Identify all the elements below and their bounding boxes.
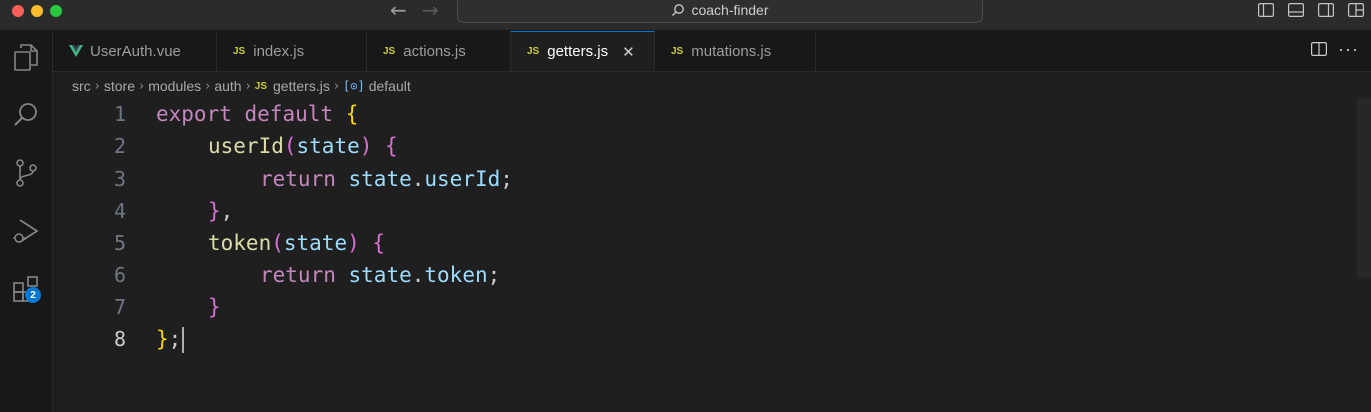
code-editor[interactable]: 1 export default { 2 userId(state) { 3 r… [53,98,1371,412]
breadcrumb-symbol[interactable]: default [369,78,411,94]
code-text: }; [156,323,185,355]
customize-layout-icon[interactable] [1341,0,1371,20]
symbol-variable-icon: [⊙] [343,79,365,93]
back-arrow-icon[interactable]: ← [390,0,407,22]
line-number: 4 [113,199,126,223]
line-number: 2 [113,134,126,158]
code-text: } [208,295,221,319]
tab-mutations-js[interactable]: JS mutations.js [655,31,816,71]
search-button[interactable] [0,93,52,137]
code-text: return state.token; [260,263,501,287]
code-line: 2 userId(state) { [53,130,1353,162]
tab-label: UserAuth.vue [90,42,181,60]
js-file-icon: JS [671,45,684,57]
line-number: 3 [113,167,126,191]
code-line: 6 return state.token; [53,259,1353,291]
title-bar: ← → coach-finder [0,0,1371,31]
breadcrumb: src › store › modules › auth › JS getter… [72,75,411,97]
code-text: token(state) { [208,231,386,255]
code-line: 1 export default { [53,98,1353,130]
code-line: 5 token(state) { [53,227,1353,259]
run-debug-icon [13,219,39,243]
js-file-icon: JS [383,45,396,57]
chevron-right-icon: › [205,78,211,94]
code-text: userId(state) { [208,134,398,158]
chevron-right-icon: › [333,78,340,94]
chevron-right-icon: › [94,78,100,94]
source-control-button[interactable] [0,151,52,195]
toggle-primary-sidebar-icon[interactable] [1251,0,1281,20]
search-icon [14,103,37,126]
run-debug-button[interactable] [0,209,52,253]
tab-getters-js[interactable]: JS getters.js ✕ [511,31,655,71]
tab-bar: UserAuth.vue JS index.js JS actions.js J… [53,31,1371,72]
minimize-window-button[interactable] [31,5,43,17]
tab-actions-js[interactable]: JS actions.js [367,31,511,71]
tab-label: mutations.js [691,42,772,60]
code-line: 7 } [53,291,1353,323]
chevron-right-icon: › [139,78,145,94]
chevron-right-icon: › [245,78,251,94]
line-number: 6 [113,263,126,287]
split-editor-icon[interactable] [1311,42,1328,61]
tab-label: getters.js [547,43,609,60]
source-control-icon [16,159,37,187]
js-file-icon: JS [527,46,540,57]
breadcrumb-item[interactable]: store [104,78,135,94]
vue-icon [69,45,83,57]
extensions-button[interactable]: 2 [0,267,52,311]
code-text: return state.userId; [260,167,513,191]
command-center-search[interactable]: coach-finder [457,0,983,23]
close-window-button[interactable] [12,5,24,17]
code-line: 4 }, [53,195,1353,227]
tab-userauth-vue[interactable]: UserAuth.vue [53,31,217,71]
tab-index-js[interactable]: JS index.js [217,31,367,71]
vertical-scrollbar[interactable] [1357,98,1371,278]
toggle-secondary-sidebar-icon[interactable] [1311,0,1341,20]
more-actions-icon[interactable]: ··· [1338,39,1359,60]
breadcrumb-item[interactable]: auth [214,78,241,94]
js-file-icon: JS [254,80,268,92]
breadcrumb-item[interactable]: src [72,78,91,94]
line-number: 7 [113,295,126,319]
breadcrumb-file[interactable]: getters.js [273,78,330,94]
text-cursor [182,327,185,353]
line-number: 1 [113,102,126,126]
code-text: }, [208,199,234,223]
tab-label: index.js [253,42,305,60]
close-icon[interactable]: ✕ [622,43,635,61]
code-line: 3 return state.userId; [53,163,1353,195]
js-file-icon: JS [233,45,246,57]
extensions-badge: 2 [25,287,41,303]
toggle-panel-icon[interactable] [1281,0,1311,20]
command-center-text: coach-finder [691,1,769,18]
code-line: 8 }; [53,323,1353,355]
breadcrumb-item[interactable]: modules [148,78,201,94]
activity-bar: 2 [0,31,53,412]
forward-arrow-icon[interactable]: → [422,0,439,22]
code-text: export default { [156,102,359,126]
search-icon [672,3,685,16]
line-number: 8 [113,327,126,351]
layout-controls [1251,0,1371,20]
line-number: 5 [113,231,126,255]
maximize-window-button[interactable] [50,5,62,17]
tab-label: actions.js [403,42,466,60]
explorer-button[interactable] [0,35,52,79]
files-icon [14,44,38,71]
